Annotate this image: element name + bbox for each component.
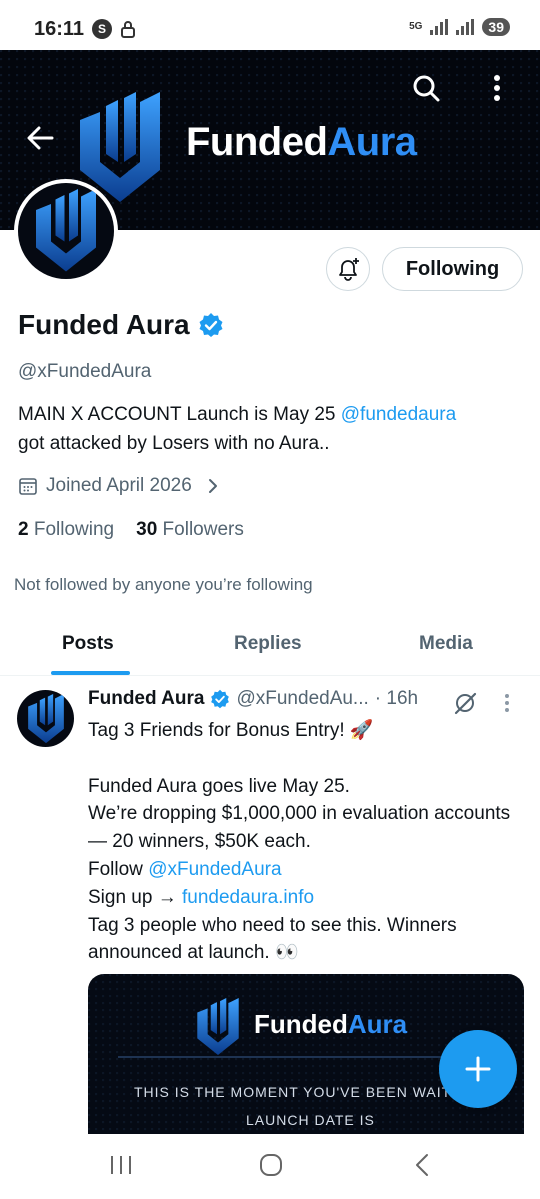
battery-indicator: 39 [482,18,510,36]
post-more-icon[interactable] [504,693,510,713]
banner-brand-main: Funded [186,120,328,164]
image-brand-accent: Aura [347,1009,408,1039]
image-subline: LAUNCH DATE IS [246,1112,375,1128]
post-line-4: Follow @xFundedAura [88,856,528,884]
bio-text: MAIN X ACCOUNT Launch is May 25 [18,404,341,425]
follow-counts: 2 Following 30 Followers [18,519,244,541]
followers-label: Followers [162,519,244,540]
post-website-link[interactable]: fundedaura.info [182,887,314,908]
brand-logo-icon [27,693,64,743]
active-tab-indicator [51,671,130,675]
signal-icon-2 [456,19,475,35]
following-count-link[interactable]: 2 Following [18,519,114,541]
banner-brand-text: FundedAura [186,120,417,165]
image-brand-text: FundedAura [254,1009,407,1040]
post-mention-link[interactable]: @xFundedAura [148,859,281,880]
home-icon[interactable] [258,1152,284,1178]
post-text: Tag 3 Friends for Bonus Entry! 🚀 Funded … [88,717,528,967]
profile-name: Funded Aura [18,309,224,341]
verified-badge-icon[interactable] [198,312,224,338]
joined-text: Joined April 2026 [46,475,192,496]
post-line-2: Funded Aura goes live May 25. [88,775,350,797]
tab-media[interactable]: Media [419,633,473,655]
post-header: Funded Aura @xFundedAu... · 16h [88,688,418,710]
network-type: 5G [409,21,423,32]
post-author-handle: @xFundedAu... [236,688,369,709]
joined-date[interactable]: Joined April 2026 [18,475,220,497]
search-icon [413,75,440,102]
profile-handle: @xFundedAura [18,361,152,382]
status-bar: 16:11 S 5G 39 [0,0,540,50]
followers-count-link[interactable]: 30 Followers [136,519,244,541]
back-icon[interactable] [410,1152,436,1178]
followers-count: 30 [136,519,158,540]
profile-bio: MAIN X ACCOUNT Launch is May 25 @fundeda… [18,400,528,458]
bell-plus-icon [339,258,359,281]
profile-name-text: Funded Aura [18,309,190,340]
post-line-6: Tag 3 people who need to see this. Winne… [88,914,457,964]
post-timestamp: · 16h [374,688,419,709]
compose-post-button[interactable] [439,1030,517,1108]
post-avatar[interactable] [17,690,74,747]
post-line-1: Tag 3 Friends for Bonus Entry! 🚀 [88,720,374,741]
following-button[interactable]: Following [382,247,523,291]
s-badge-icon: S [92,19,112,39]
notifications-toggle-button[interactable] [326,247,370,291]
more-vertical-icon [494,75,500,101]
post-line-4-prefix: Follow [88,858,149,880]
back-arrow-icon[interactable] [22,120,58,156]
brand-logo-icon [197,998,239,1055]
lock-icon [121,21,135,38]
following-label: Following [33,519,115,540]
brand-logo-icon [36,189,96,272]
system-navigation-bar [0,1134,540,1199]
tab-replies[interactable]: Replies [234,633,302,655]
avatar-image [18,183,114,279]
search-button[interactable] [404,66,448,110]
calendar-icon [19,478,37,495]
verified-badge-icon [211,689,230,709]
more-options-button[interactable] [475,66,519,110]
bio-mention-link[interactable]: @fundedaura [341,404,456,425]
post-line-3: We’re dropping $1,000,000 in evaluation … [88,803,511,853]
image-headline: THIS IS THE MOMENT YOU'VE BEEN WAITING [134,1084,480,1100]
bio-text-2: got attacked by Losers with no Aura.. [18,433,330,454]
plus-icon [465,1056,491,1082]
profile-tabs: Posts Replies Media [0,616,540,676]
banner-brand-accent: Aura [327,120,417,164]
profile-avatar[interactable] [14,179,118,283]
status-icons-right: 5G 39 [409,18,510,36]
following-count: 2 [18,519,29,540]
image-brand-main: Funded [254,1009,348,1039]
followed-by-info: Not followed by anyone you’re following [14,575,313,594]
grok-icon[interactable] [452,690,478,716]
post-line-5: Sign up → fundedaura.info [88,884,528,912]
recent-apps-icon[interactable] [108,1152,134,1178]
post-author-name[interactable]: Funded Aura [88,688,204,710]
tab-posts[interactable]: Posts [62,633,114,655]
signal-icon [430,19,449,35]
post-line-5-prefix: Sign up → [88,886,182,908]
status-time: 16:11 [34,18,85,40]
status-icons-left: S [92,19,136,39]
chevron-right-icon [208,479,217,493]
